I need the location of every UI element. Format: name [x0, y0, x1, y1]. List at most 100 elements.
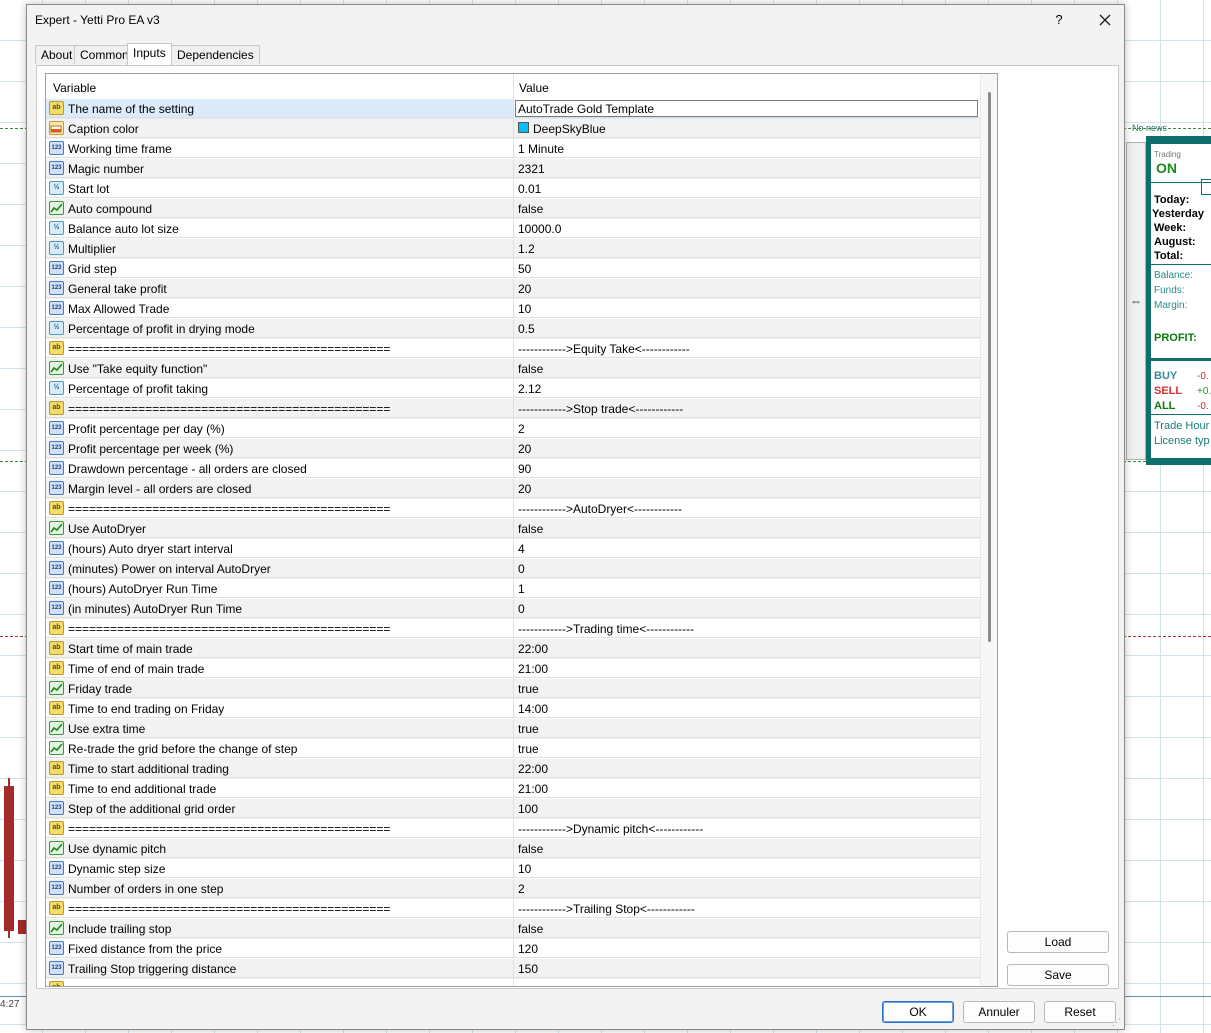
ok-button[interactable]: OK: [882, 1001, 954, 1023]
input-row[interactable]: ab ======================================…: [46, 399, 980, 419]
input-row[interactable]: ab Time to end additional trade 21:00: [46, 779, 980, 799]
save-button[interactable]: Save: [1007, 964, 1109, 986]
value-cell[interactable]: 22:00: [513, 639, 980, 658]
value-cell[interactable]: 0.5: [513, 319, 980, 338]
variable-cell[interactable]: ab The name of the setting: [46, 99, 513, 118]
value-cell[interactable]: false: [513, 199, 980, 218]
input-row[interactable]: 123 (minutes) Power on interval AutoDryer…: [46, 559, 980, 579]
variable-cell[interactable]: 123 General take profit: [46, 279, 513, 298]
variable-cell[interactable]: ½ Start lot: [46, 179, 513, 198]
variable-cell[interactable]: 123 Dynamic step size: [46, 859, 513, 878]
variable-cell[interactable]: Use extra time: [46, 719, 513, 738]
variable-cell[interactable]: ab Time to start additional trading: [46, 759, 513, 778]
value-cell[interactable]: 120: [513, 939, 980, 958]
variable-cell[interactable]: ab ======================================…: [46, 619, 513, 638]
value-cell[interactable]: ------------>Equity Take<------------: [513, 339, 980, 358]
column-header-variable[interactable]: Variable: [53, 81, 96, 95]
variable-cell[interactable]: Auto compound: [46, 199, 513, 218]
variable-cell[interactable]: ½ Percentage of profit taking: [46, 379, 513, 398]
variable-cell[interactable]: ab: [46, 979, 513, 986]
variable-cell[interactable]: 123 Max Allowed Trade: [46, 299, 513, 318]
input-row[interactable]: 123 (in minutes) AutoDryer Run Time 0: [46, 599, 980, 619]
input-row[interactable]: ½ Percentage of profit in drying mode 0.5: [46, 319, 980, 339]
input-row[interactable]: ½ Percentage of profit taking 2.12: [46, 379, 980, 399]
input-row[interactable]: 123 Magic number 2321: [46, 159, 980, 179]
value-cell[interactable]: 10: [513, 859, 980, 878]
variable-cell[interactable]: 123 (minutes) Power on interval AutoDryer: [46, 559, 513, 578]
value-cell[interactable]: 100: [513, 799, 980, 818]
input-row[interactable]: ab ======================================…: [46, 499, 980, 519]
panel-collapse-handle[interactable]: ⇔: [1126, 142, 1146, 460]
value-cell[interactable]: 20: [513, 279, 980, 298]
input-row[interactable]: ab Time to end trading on Friday 14:00: [46, 699, 980, 719]
value-cell[interactable]: 4: [513, 539, 980, 558]
value-cell[interactable]: 1: [513, 579, 980, 598]
value-cell[interactable]: 1.2: [513, 239, 980, 258]
tab-dependencies[interactable]: Dependencies: [171, 45, 260, 64]
variable-cell[interactable]: Use AutoDryer: [46, 519, 513, 538]
help-button[interactable]: ?: [1049, 9, 1069, 31]
value-cell[interactable]: ------------>Stop trade<------------: [513, 399, 980, 418]
value-cell[interactable]: 50: [513, 259, 980, 278]
input-row[interactable]: ab ======================================…: [46, 339, 980, 359]
vertical-scrollbar[interactable]: [980, 74, 997, 986]
variable-cell[interactable]: 123 Profit percentage per week (%): [46, 439, 513, 458]
variable-cell[interactable]: ab ======================================…: [46, 339, 513, 358]
value-cell[interactable]: 10: [513, 299, 980, 318]
input-row[interactable]: ab: [46, 979, 980, 986]
variable-cell[interactable]: Friday trade: [46, 679, 513, 698]
variable-cell[interactable]: ab ======================================…: [46, 499, 513, 518]
input-row[interactable]: ab Time to start additional trading 22:00: [46, 759, 980, 779]
input-row[interactable]: ab Start time of main trade 22:00: [46, 639, 980, 659]
value-cell[interactable]: 90: [513, 459, 980, 478]
input-row[interactable]: 123 Fixed distance from the price 120: [46, 939, 980, 959]
tab-inputs[interactable]: Inputs: [127, 43, 172, 65]
close-button[interactable]: [1090, 7, 1120, 33]
value-cell[interactable]: 2: [513, 419, 980, 438]
value-cell[interactable]: 1 Minute: [513, 139, 980, 158]
value-cell[interactable]: false: [513, 839, 980, 858]
input-row[interactable]: Friday trade true: [46, 679, 980, 699]
variable-cell[interactable]: 123 Margin level - all orders are closed: [46, 479, 513, 498]
input-row[interactable]: 123 General take profit 20: [46, 279, 980, 299]
variable-cell[interactable]: 123 (in minutes) AutoDryer Run Time: [46, 599, 513, 618]
value-cell[interactable]: ------------>Trailing Stop<------------: [513, 899, 980, 918]
input-row[interactable]: 123 Profit percentage per day (%) 2: [46, 419, 980, 439]
value-cell[interactable]: 10000.0: [513, 219, 980, 238]
value-cell[interactable]: 21:00: [513, 659, 980, 678]
value-cell[interactable]: ------------>AutoDryer<------------: [513, 499, 980, 518]
value-cell[interactable]: AutoTrade Gold Template: [513, 99, 980, 118]
value-cell[interactable]: ------------>Dynamic pitch<------------: [513, 819, 980, 838]
value-cell[interactable]: 150: [513, 959, 980, 978]
input-row[interactable]: Use "Take equity function" false: [46, 359, 980, 379]
variable-cell[interactable]: 123 Profit percentage per day (%): [46, 419, 513, 438]
tab-common[interactable]: Common: [74, 45, 135, 64]
input-row[interactable]: 123 Grid step 50: [46, 259, 980, 279]
input-row[interactable]: 123 Number of orders in one step 2: [46, 879, 980, 899]
input-row[interactable]: 123 Margin level - all orders are closed 2…: [46, 479, 980, 499]
value-cell[interactable]: 21:00: [513, 779, 980, 798]
reset-button[interactable]: Reset: [1044, 1001, 1116, 1023]
variable-cell[interactable]: ab Time of end of main trade: [46, 659, 513, 678]
value-cell[interactable]: 0: [513, 559, 980, 578]
variable-cell[interactable]: 123 Step of the additional grid order: [46, 799, 513, 818]
load-button[interactable]: Load: [1007, 931, 1109, 953]
variable-cell[interactable]: ab Time to end trading on Friday: [46, 699, 513, 718]
variable-cell[interactable]: ab Time to end additional trade: [46, 779, 513, 798]
value-cell[interactable]: false: [513, 919, 980, 938]
variable-cell[interactable]: Include trailing stop: [46, 919, 513, 938]
input-row[interactable]: 123 Profit percentage per week (%) 20: [46, 439, 980, 459]
value-cell[interactable]: 2321: [513, 159, 980, 178]
input-row[interactable]: 123 (hours) Auto dryer start interval 4: [46, 539, 980, 559]
input-row[interactable]: Use dynamic pitch false: [46, 839, 980, 859]
input-row[interactable]: Re-trade the grid before the change of s…: [46, 739, 980, 759]
variable-cell[interactable]: 123 Grid step: [46, 259, 513, 278]
title-bar[interactable]: Expert - Yetti Pro EA v3 ?: [27, 5, 1124, 35]
value-cell[interactable]: [513, 979, 980, 986]
input-row[interactable]: ab ======================================…: [46, 819, 980, 839]
variable-cell[interactable]: 123 Number of orders in one step: [46, 879, 513, 898]
value-cell[interactable]: true: [513, 679, 980, 698]
input-row[interactable]: ½ Start lot 0.01: [46, 179, 980, 199]
variable-cell[interactable]: 123 (hours) Auto dryer start interval: [46, 539, 513, 558]
value-cell[interactable]: ------------>Trading time<------------: [513, 619, 980, 638]
